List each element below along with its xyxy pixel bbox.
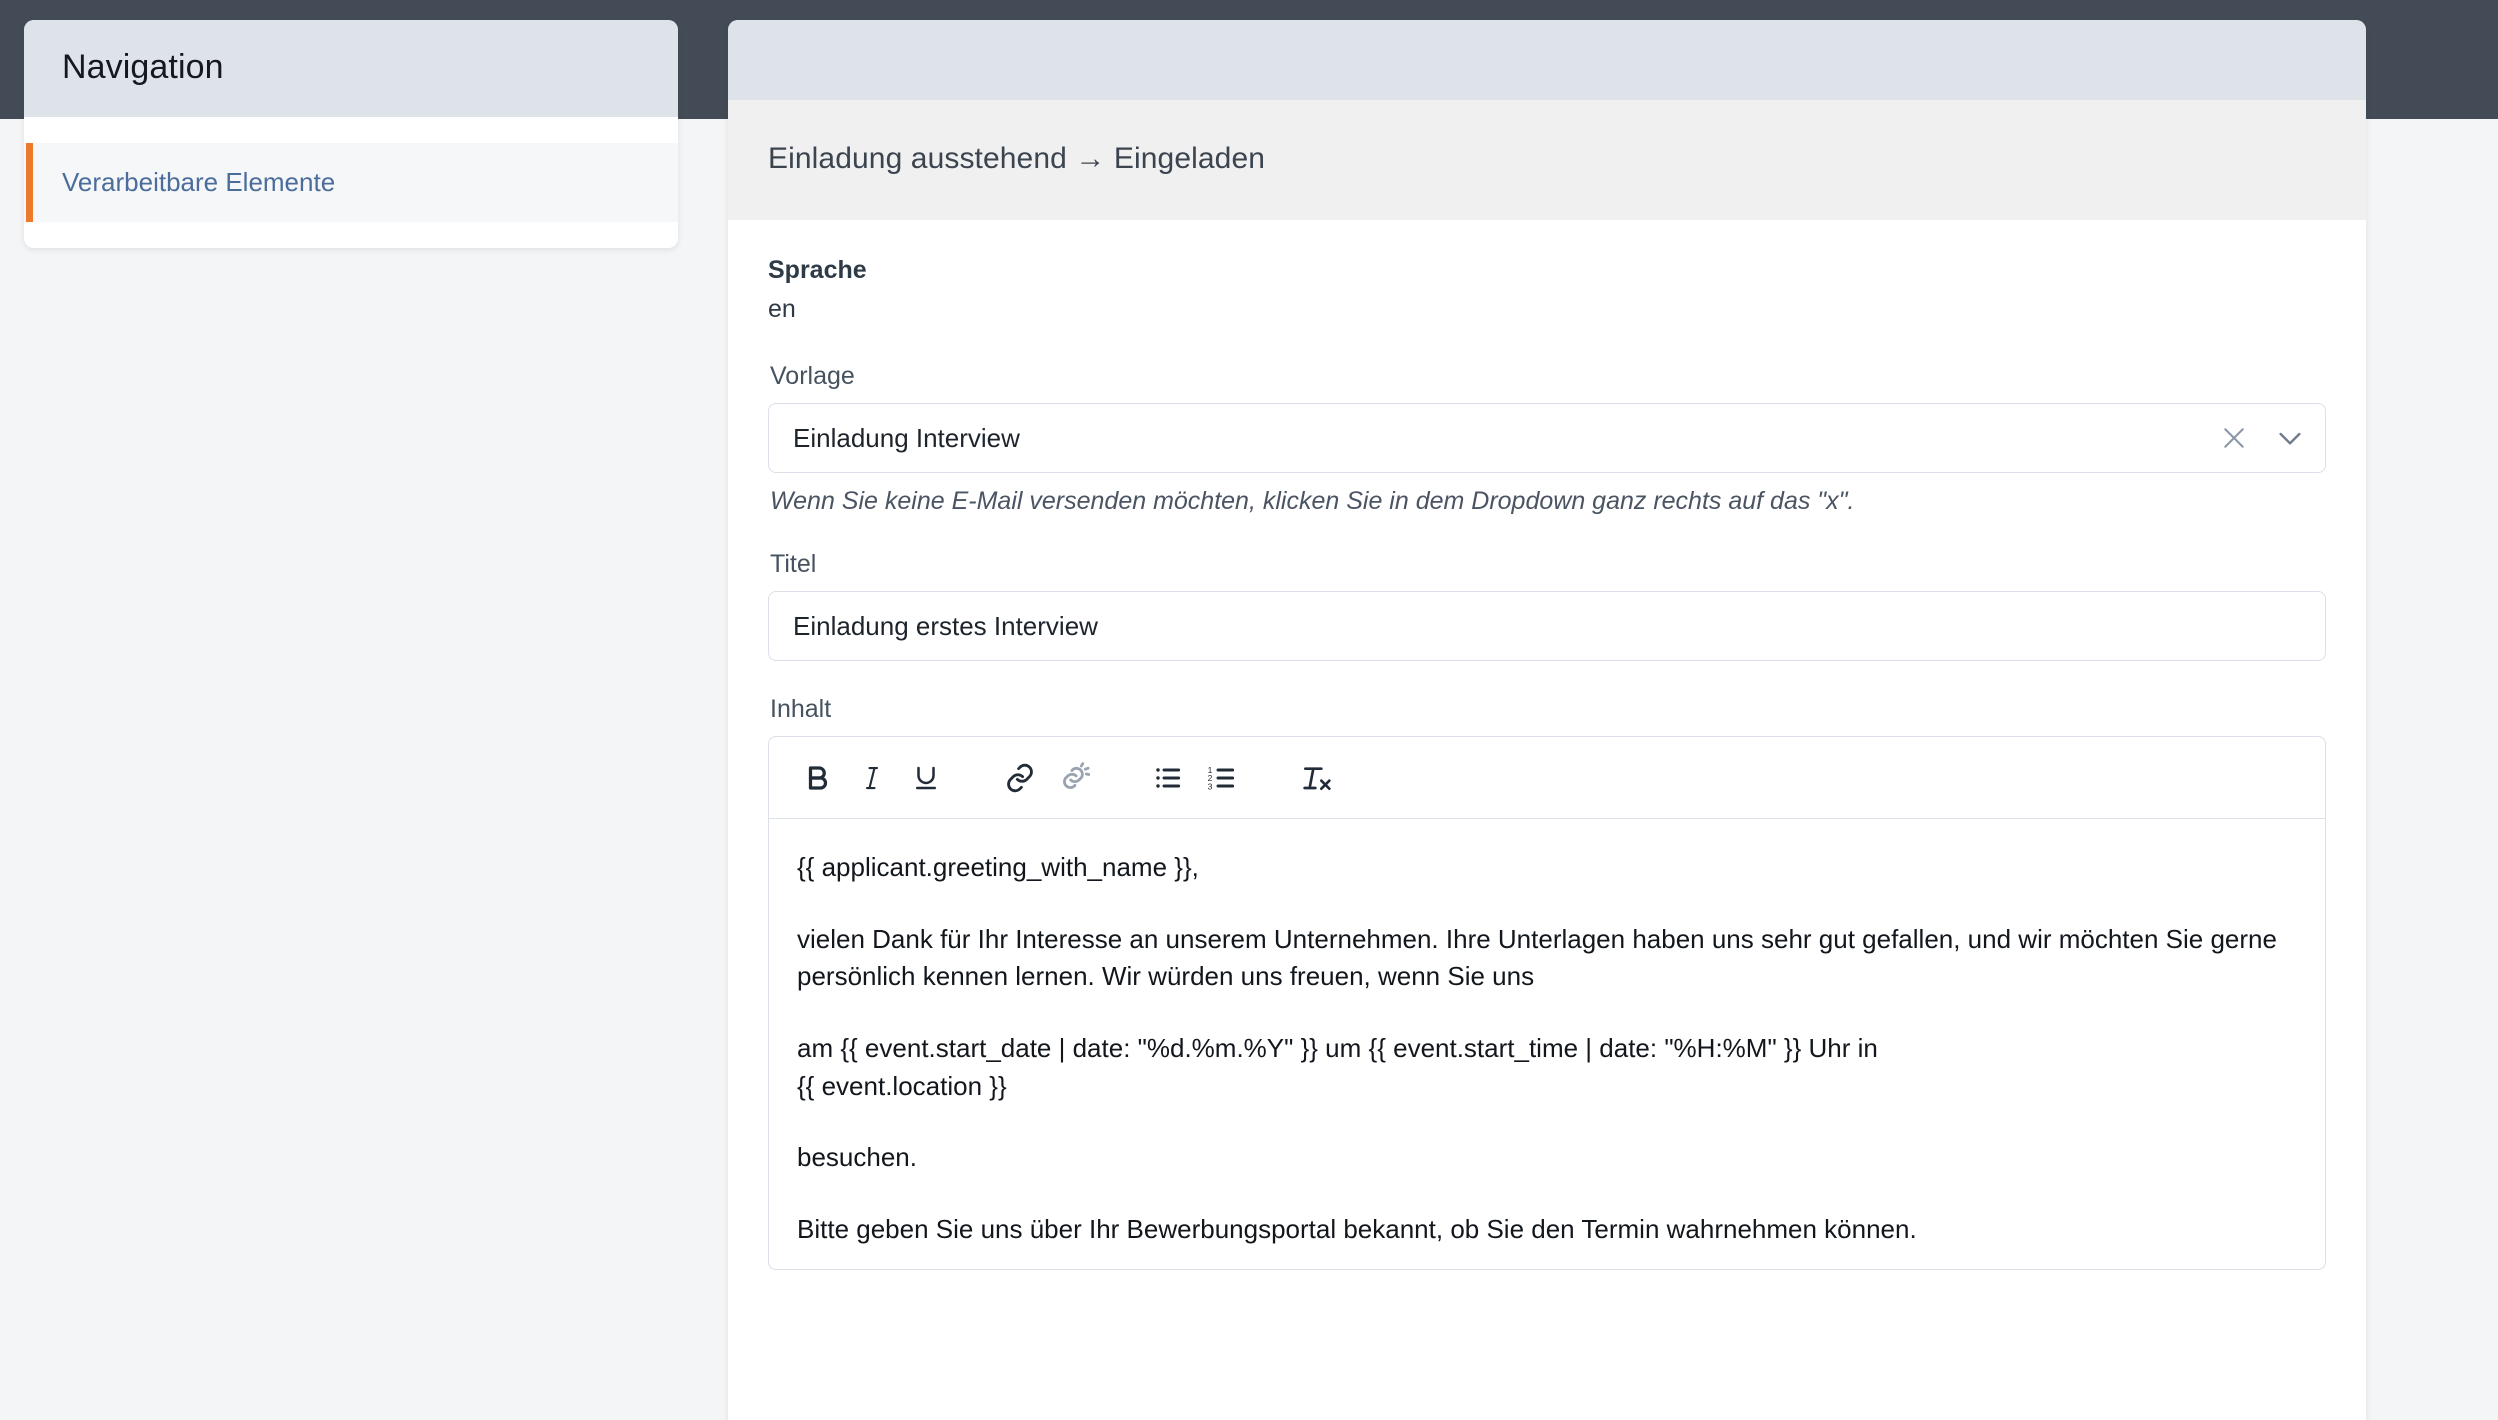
close-icon[interactable] — [2217, 421, 2251, 455]
main-panel-header — [728, 20, 2366, 100]
vorlage-select-controls — [2217, 404, 2307, 472]
numbered-list-icon[interactable]: 1 2 3 — [1195, 751, 1249, 805]
editor-content[interactable]: {{ applicant.greeting_with_name }}, viel… — [769, 819, 2325, 1269]
breadcrumb-bar: Einladung ausstehend → Eingeladen — [728, 100, 2366, 220]
sprache-label: Sprache — [768, 256, 867, 284]
clear-format-icon[interactable] — [1289, 751, 1343, 805]
sprache-value: en — [768, 295, 796, 323]
bullet-list-icon[interactable] — [1141, 751, 1195, 805]
inhalt-label: Inhalt — [770, 695, 832, 723]
sidebar-item-verarbeitbare-elemente[interactable]: Verarbeitbare Elemente — [24, 143, 678, 222]
editor-paragraph: besuchen. — [797, 1142, 917, 1173]
link-icon[interactable] — [993, 751, 1047, 805]
vorlage-selected-value: Einladung Interview — [793, 422, 1020, 453]
titel-input[interactable]: Einladung erstes Interview — [768, 591, 2326, 661]
app-root: Navigation Verarbeitbare Elemente Einlad… — [0, 0, 2498, 1420]
underline-icon[interactable] — [899, 751, 953, 805]
italic-icon[interactable] — [845, 751, 899, 805]
navigation-list: Verarbeitbare Elemente — [24, 117, 678, 248]
titel-input-value: Einladung erstes Interview — [793, 610, 1098, 641]
svg-text:3: 3 — [1208, 781, 1213, 791]
navigation-title: Navigation — [62, 48, 224, 86]
navigation-panel: Navigation Verarbeitbare Elemente — [24, 20, 678, 248]
form-area: Sprache en Vorlage Einladung Interview W… — [728, 220, 2366, 1270]
editor-paragraph: vielen Dank für Ihr Interesse an unserem… — [797, 923, 2277, 992]
titel-label: Titel — [770, 550, 817, 578]
unlink-icon[interactable] — [1047, 751, 1101, 805]
editor-paragraph: {{ applicant.greeting_with_name }}, — [797, 852, 1199, 882]
rich-text-editor: 1 2 3 {{applicant.greeting_with_name}}… — [768, 736, 2326, 1270]
main-content-panel: Einladung ausstehend → Eingeladen Sprach… — [728, 20, 2366, 1420]
bold-icon[interactable] — [791, 751, 845, 805]
breadcrumb: Einladung ausstehend → Eingeladen — [768, 142, 1266, 175]
sidebar-item-label: Verarbeitbare Elemente — [62, 167, 336, 197]
editor-toolbar: 1 2 3 — [769, 737, 2325, 819]
vorlage-label: Vorlage — [770, 362, 855, 390]
vorlage-hint: Wenn Sie keine E-Mail versenden möchten,… — [770, 487, 1855, 515]
navigation-header: Navigation — [24, 20, 678, 117]
vorlage-select[interactable]: Einladung Interview — [768, 403, 2326, 473]
chevron-down-icon[interactable] — [2273, 421, 2307, 455]
editor-paragraph: am {{ event.start_date | date: "%d.%m.%Y… — [797, 1033, 1878, 1101]
editor-paragraph: Bitte geben Sie uns über Ihr Bewerbungsp… — [797, 1214, 1917, 1245]
